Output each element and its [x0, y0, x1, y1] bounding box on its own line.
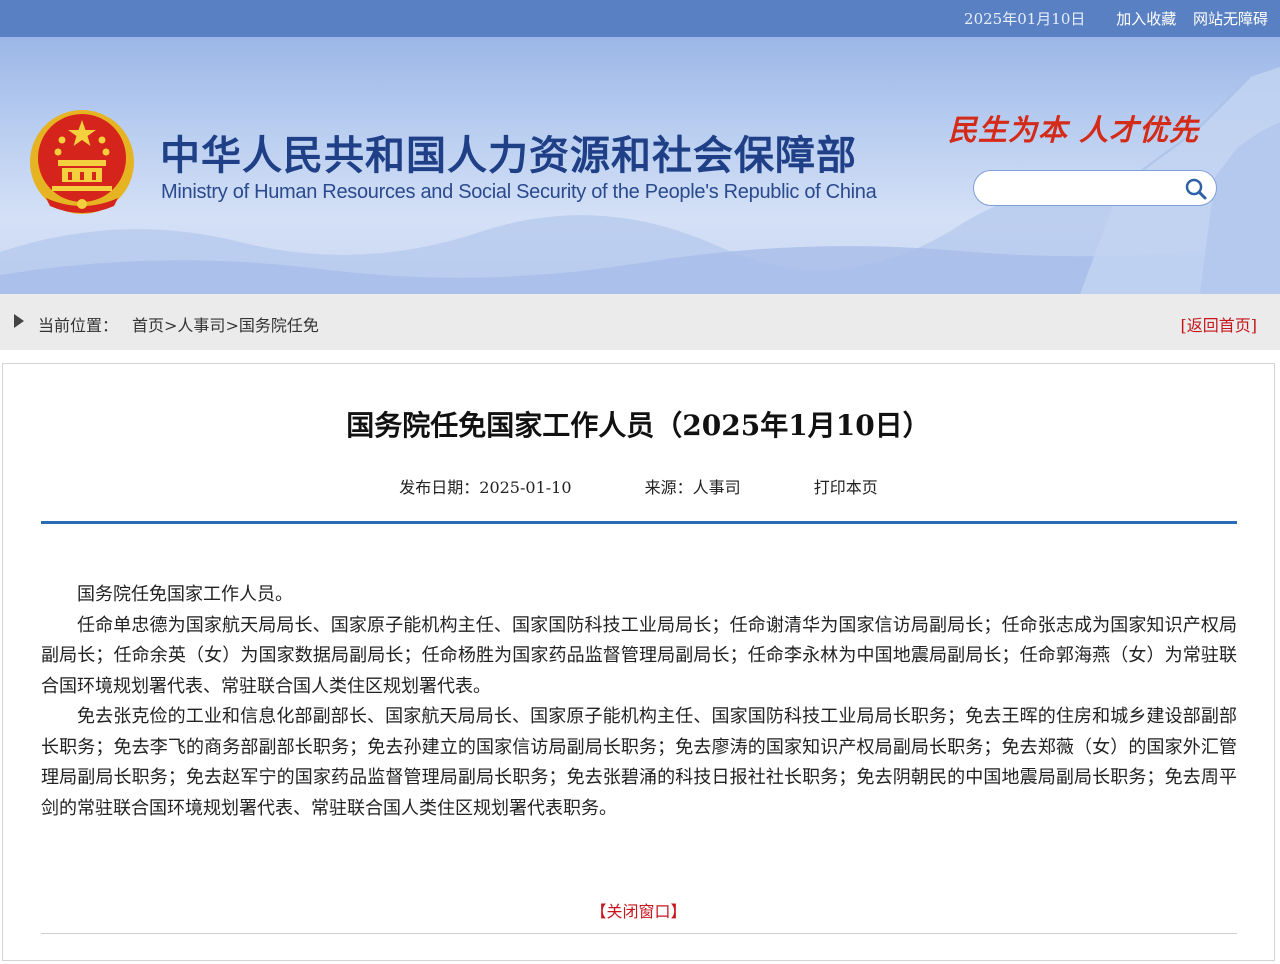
bottom-divider	[41, 933, 1237, 934]
close-window-button[interactable]: 【关闭窗口】	[3, 898, 1274, 922]
site-title-cn: 中华人民共和国人力资源和社会保障部	[160, 133, 857, 179]
national-emblem-icon	[30, 110, 134, 214]
breadcrumb-personnel-dept[interactable]: 人事司	[177, 316, 225, 335]
breadcrumb-bar: 当前位置： 首页>人事司>国务院任免 [返回首页]	[0, 294, 1280, 350]
breadcrumb-home[interactable]: 首页	[132, 316, 164, 335]
search-input[interactable]	[988, 177, 1182, 201]
search-icon[interactable]	[1184, 177, 1208, 201]
title-divider	[41, 521, 1237, 524]
publish-date-info: 发布日期：2025-01-10	[399, 478, 571, 497]
breadcrumb: 首页>人事司>国务院任免	[132, 312, 319, 336]
top-utility-bar: 2025年01月10日 加入收藏 网站无障碍	[0, 0, 1280, 37]
accessibility-link[interactable]: 网站无障碍	[1193, 10, 1268, 28]
article-body: 国务院任免国家工作人员。 任命单忠德为国家航天局局长、国家原子能机构主任、国家国…	[41, 580, 1237, 824]
breadcrumb-label: 当前位置：	[38, 316, 119, 335]
article-paragraph: 任命单忠德为国家航天局局长、国家原子能机构主任、国家国防科技工业局局长；任命谢清…	[41, 614, 1237, 697]
article-paragraph: 国务院任免国家工作人员。	[77, 584, 293, 605]
article-meta: 发布日期：2025-01-10 来源：人事司 打印本页	[3, 474, 1274, 498]
breadcrumb-separator: >	[225, 316, 239, 335]
site-banner: 中华人民共和国人力资源和社会保障部 Ministry of Human Reso…	[0, 37, 1280, 294]
print-page-link[interactable]: 打印本页	[814, 478, 878, 497]
source-label: 来源：	[644, 478, 693, 497]
top-links: 2025年01月10日 加入收藏 网站无障碍	[964, 8, 1268, 29]
breadcrumb-appointments[interactable]: 国务院任免	[239, 316, 319, 335]
current-date: 2025年01月10日	[964, 10, 1086, 28]
slogan: 民生为本 人才优先	[948, 113, 1200, 147]
source-value: 人事司	[692, 478, 741, 497]
article-container: 国务院任免国家工作人员（2025年1月10日） 发布日期：2025-01-10 …	[2, 363, 1275, 961]
article-paragraph: 免去张克俭的工业和信息化部副部长、国家航天局局长、国家原子能机构主任、国家国防科…	[41, 706, 1237, 819]
breadcrumb-separator: >	[164, 316, 178, 335]
publish-date: 2025-01-10	[479, 478, 572, 497]
source-info: 来源：人事司	[645, 478, 741, 497]
add-favorite-link[interactable]: 加入收藏	[1116, 10, 1176, 28]
search-box	[973, 170, 1217, 206]
site-title-en: Ministry of Human Resources and Social S…	[161, 181, 877, 203]
back-home-link[interactable]: [返回首页]	[1181, 312, 1258, 336]
triangle-right-icon	[14, 314, 24, 328]
article-title: 国务院任免国家工作人员（2025年1月10日）	[346, 409, 931, 442]
publish-date-label: 发布日期：	[399, 478, 480, 497]
